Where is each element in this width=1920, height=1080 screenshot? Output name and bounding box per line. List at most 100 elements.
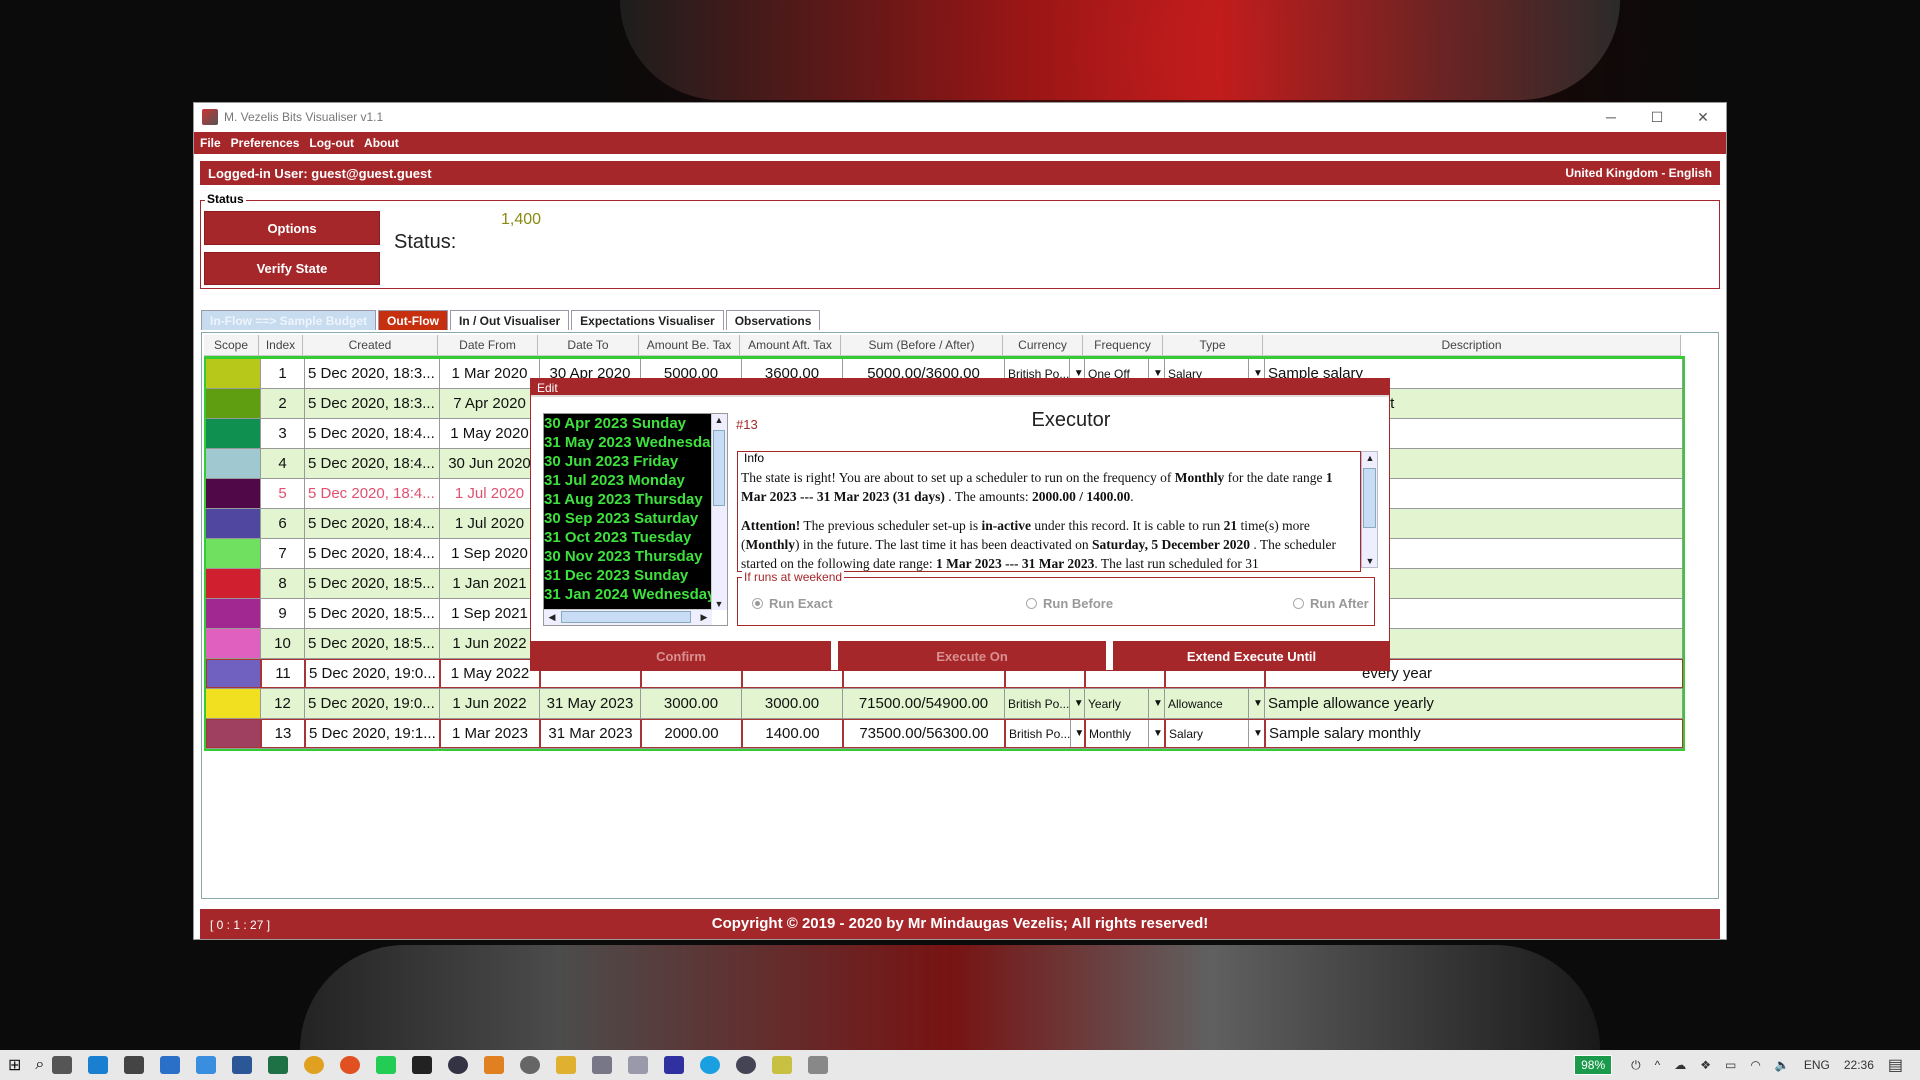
from-cell[interactable]: 1 Jul 2020 [440, 509, 540, 538]
from-cell[interactable]: 1 Mar 2020 [440, 359, 540, 388]
table-row[interactable]: 12 5 Dec 2020, 19:0... 1 Jun 2022 31 May 20… [206, 689, 1683, 719]
created-cell[interactable]: 5 Dec 2020, 18:4... [305, 509, 440, 538]
date-list-item[interactable]: 31 Dec 2023 Sunday [544, 566, 712, 585]
index-cell[interactable]: 8 [261, 569, 305, 598]
app-l-icon[interactable] [196, 1056, 217, 1074]
created-cell[interactable]: 5 Dec 2020, 18:5... [305, 569, 440, 598]
chevron-down-icon[interactable]: ▼ [1248, 689, 1264, 718]
index-cell[interactable]: 11 [261, 659, 305, 688]
date-list-item[interactable]: 30 Nov 2023 Thursday [544, 547, 712, 566]
table-row[interactable]: 13 5 Dec 2020, 19:1... 1 Mar 2023 31 Mar 20… [206, 719, 1683, 749]
scroll-right-icon[interactable]: ▶ [697, 612, 711, 623]
menu-about[interactable]: About [364, 136, 399, 150]
minimize-button[interactable]: ─ [1588, 103, 1634, 131]
tab-out-flow[interactable]: Out-Flow [378, 310, 449, 330]
date-list-item[interactable]: 31 Oct 2023 Tuesday [544, 528, 712, 547]
chevron-down-icon[interactable]: ▼ [1248, 720, 1264, 747]
verify-state-button[interactable]: Verify State [204, 252, 380, 285]
date-list-item[interactable]: 31 Jan 2024 Wednesday [544, 585, 712, 604]
execute-on-button[interactable]: Execute On [838, 641, 1106, 671]
dates-vertical-scrollbar[interactable]: ▲ ▼ [711, 414, 727, 610]
column-header[interactable]: Amount Aft. Tax [740, 335, 841, 356]
info-scrollbar[interactable]: ▲ ▼ [1361, 451, 1378, 568]
column-header[interactable]: Date From [438, 335, 538, 356]
date-list-item[interactable]: 31 Aug 2023 Thursday [544, 490, 712, 509]
from-cell[interactable]: 7 Apr 2020 [440, 389, 540, 418]
from-cell[interactable]: 1 Jun 2022 [440, 689, 540, 718]
from-cell[interactable]: 1 Sep 2020 [440, 539, 540, 568]
scope-color[interactable] [206, 359, 261, 388]
task-view-icon[interactable] [52, 1056, 73, 1074]
index-cell[interactable]: 3 [261, 419, 305, 448]
volume-icon[interactable]: 🔈 [1775, 1058, 1790, 1072]
from-cell[interactable]: 30 Jun 2020 [440, 449, 540, 478]
sum-cell[interactable]: 71500.00/54900.00 [843, 689, 1005, 718]
store-icon[interactable] [124, 1056, 145, 1074]
notifications-icon[interactable]: ▤ [1888, 1055, 1903, 1075]
radio-run-before[interactable]: Run Before [1026, 596, 1113, 611]
battery-percent[interactable]: 98% [1574, 1055, 1613, 1075]
scroll-down-icon[interactable]: ▼ [712, 599, 726, 609]
visualiser-app-icon[interactable] [808, 1056, 829, 1074]
column-header[interactable]: Frequency [1083, 335, 1163, 356]
freq-dropdown[interactable]: Yearly ▼ [1085, 689, 1165, 718]
extend-execute-until-button[interactable]: Extend Execute Until [1113, 641, 1390, 671]
created-cell[interactable]: 5 Dec 2020, 19:1... [305, 719, 440, 748]
radio-run-exact[interactable]: Run Exact [752, 596, 833, 611]
confirm-button[interactable]: Confirm [531, 641, 831, 671]
created-cell[interactable]: 5 Dec 2020, 18:3... [305, 359, 440, 388]
scope-color[interactable] [206, 419, 261, 448]
chevron-down-icon[interactable]: ▼ [1148, 720, 1164, 747]
menu-file[interactable]: File [200, 136, 221, 150]
date-list-item[interactable]: 30 Apr 2023 Sunday [544, 414, 712, 433]
from-cell[interactable]: 1 May 2022 [440, 659, 540, 688]
index-cell[interactable]: 6 [261, 509, 305, 538]
from-cell[interactable]: 1 Jan 2021 [440, 569, 540, 598]
column-header[interactable]: Index [259, 335, 303, 356]
app-blue-icon[interactable] [664, 1056, 685, 1074]
index-cell[interactable]: 4 [261, 449, 305, 478]
bt-cell[interactable]: 2000.00 [641, 719, 742, 748]
wifi-icon[interactable]: ◠ [1750, 1058, 1760, 1072]
scope-color[interactable] [206, 389, 261, 418]
start-button[interactable]: ⊞ [8, 1055, 21, 1075]
app-disc-icon[interactable] [448, 1056, 469, 1074]
desc-cell[interactable]: Sample allowance yearly [1265, 689, 1683, 718]
cloud-icon[interactable]: ☁ [1674, 1058, 1686, 1072]
options-button[interactable]: Options [204, 211, 380, 245]
scheduled-dates-list[interactable]: 30 Apr 2023 Sunday 31 May 2023 Wednesday 3… [543, 413, 728, 626]
scroll-down-icon[interactable]: ▼ [1363, 556, 1377, 566]
index-cell[interactable]: 7 [261, 539, 305, 568]
column-header[interactable]: Scope [204, 335, 259, 356]
created-cell[interactable]: 5 Dec 2020, 18:4... [305, 449, 440, 478]
bt-cell[interactable]: 3000.00 [641, 689, 742, 718]
column-header[interactable]: Description [1263, 335, 1681, 356]
notepad-icon[interactable] [772, 1056, 793, 1074]
scroll-up-icon[interactable]: ▲ [1363, 453, 1377, 463]
created-cell[interactable]: 5 Dec 2020, 19:0... [305, 659, 440, 688]
column-header[interactable]: Sum (Before / After) [841, 335, 1003, 356]
close-button[interactable]: ✕ [1680, 103, 1726, 131]
from-cell[interactable]: 1 Jun 2022 [440, 629, 540, 658]
desc-cell[interactable]: Sample salary monthly [1265, 719, 1683, 748]
excel-icon[interactable] [268, 1056, 289, 1074]
index-cell[interactable]: 5 [261, 479, 305, 508]
radio-run-after[interactable]: Run After [1293, 596, 1369, 611]
cur-dropdown[interactable]: British Po... ▼ [1005, 719, 1085, 748]
app-disc2-icon[interactable] [736, 1056, 757, 1074]
chrome-icon[interactable] [304, 1056, 325, 1074]
from-cell[interactable]: 1 May 2020 [440, 419, 540, 448]
column-header[interactable]: Amount Be. Tax [639, 335, 740, 356]
at-cell[interactable]: 3000.00 [742, 689, 843, 718]
index-cell[interactable]: 13 [261, 719, 305, 748]
language-indicator[interactable]: ENG [1804, 1058, 1830, 1072]
index-cell[interactable]: 2 [261, 389, 305, 418]
at-cell[interactable]: 1400.00 [742, 719, 843, 748]
chevron-down-icon[interactable]: ▼ [1148, 689, 1164, 718]
chevron-down-icon[interactable]: ▼ [1069, 689, 1084, 718]
terminal-icon[interactable] [412, 1056, 433, 1074]
mail-icon[interactable] [160, 1056, 181, 1074]
date-list-item[interactable]: 31 May 2023 Wednesday [544, 433, 712, 452]
index-cell[interactable]: 12 [261, 689, 305, 718]
scope-color[interactable] [206, 719, 261, 748]
